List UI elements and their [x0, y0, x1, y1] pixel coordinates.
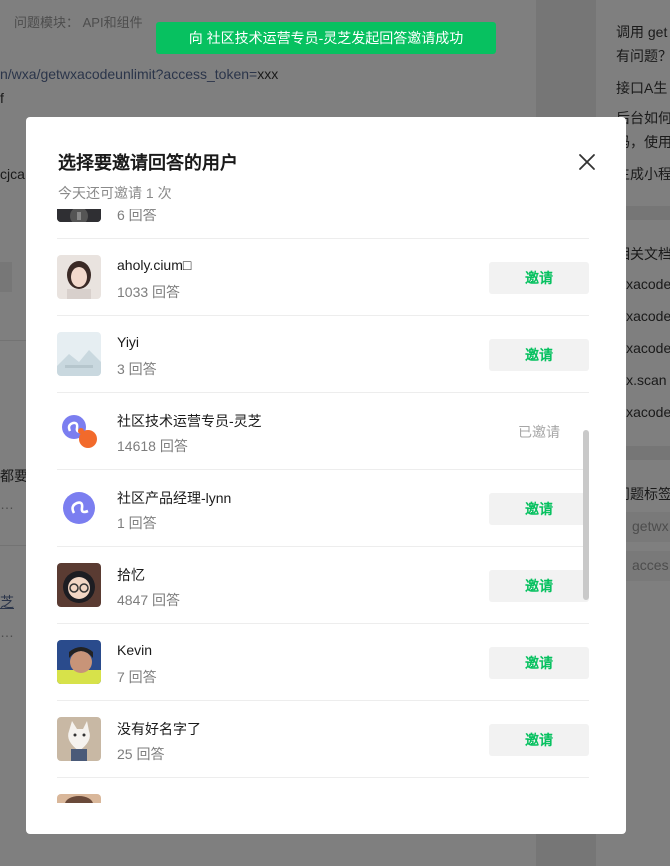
success-toast: 向 社区技术运营专员-灵芝发起回答邀请成功 [156, 22, 496, 54]
user-list[interactable]: 6 回答 aholy.cium□ 1033 回答 邀请 Yiyi 3 回答 邀请 [57, 209, 589, 803]
invite-button[interactable]: 邀请 [489, 493, 589, 525]
list-item: Kevin 7 回答 邀请 [57, 624, 589, 701]
avatar [57, 409, 101, 453]
avatar [57, 640, 101, 684]
user-name: 没有好名字了 [117, 721, 201, 737]
avatar [57, 563, 101, 607]
list-scrollbar[interactable] [583, 430, 589, 600]
dialog-title: 选择要邀请回答的用户 [58, 153, 238, 173]
list-item: 社区技术运营专员-灵芝 14618 回答 已邀请 [57, 393, 589, 470]
dialog-subtitle: 今天还可邀请 1 次 [58, 185, 172, 201]
invite-dialog: 选择要邀请回答的用户 今天还可邀请 1 次 6 回答 aholy.cium□ 1… [26, 117, 626, 834]
close-icon[interactable] [576, 151, 598, 173]
answer-count: 4847 回答 [117, 592, 181, 608]
list-item: 没有好名字了 25 回答 邀请 [57, 701, 589, 778]
invite-button[interactable]: 邀请 [489, 339, 589, 371]
invite-button[interactable]: 邀请 [489, 724, 589, 756]
avatar [57, 332, 101, 376]
user-name: Yiyi [117, 334, 140, 350]
avatar [57, 209, 101, 222]
answer-count: 3 回答 [117, 361, 157, 377]
avatar [57, 717, 101, 761]
list-item [57, 778, 589, 803]
list-item: 拾忆 4847 回答 邀请 [57, 547, 589, 624]
user-name: Kevin [117, 642, 153, 658]
answer-count: 14618 回答 [117, 438, 188, 454]
avatar [57, 794, 101, 803]
answer-count: 1 回答 [117, 515, 157, 531]
list-item: 社区产品经理-lynn 1 回答 邀请 [57, 470, 589, 547]
avatar [57, 486, 101, 530]
user-name: 社区产品经理-lynn [117, 490, 232, 506]
answer-count: 1033 回答 [117, 284, 181, 300]
invite-button[interactable]: 邀请 [489, 647, 589, 679]
answer-count: 25 回答 [117, 746, 165, 762]
answer-count: 6 回答 [117, 209, 157, 223]
list-item: 6 回答 [57, 209, 589, 239]
user-name: 拾忆 [117, 567, 145, 583]
invite-button[interactable]: 邀请 [489, 262, 589, 294]
avatar [57, 255, 101, 299]
invite-button[interactable]: 邀请 [489, 570, 589, 602]
user-name: 社区技术运营专员-灵芝 [117, 413, 262, 429]
answer-count: 7 回答 [117, 669, 157, 685]
list-item: aholy.cium□ 1033 回答 邀请 [57, 239, 589, 316]
invited-status: 已邀请 [518, 424, 560, 440]
list-item: Yiyi 3 回答 邀请 [57, 316, 589, 393]
user-name: aholy.cium□ [117, 257, 192, 273]
